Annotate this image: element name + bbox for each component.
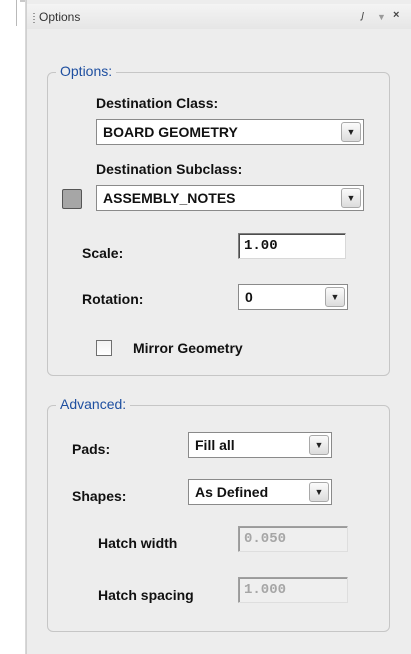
- destination-class-select[interactable]: BOARD GEOMETRY ▼: [96, 119, 364, 145]
- hatch-width-value: 0.050: [244, 531, 287, 547]
- hatch-width-label: Hatch width: [98, 535, 178, 551]
- chevron-down-icon[interactable]: ▼: [341, 188, 361, 208]
- destination-class-value: BOARD GEOMETRY: [103, 124, 238, 140]
- destination-subclass-value: ASSEMBLY_NOTES: [103, 190, 236, 206]
- subclass-color-swatch[interactable]: [62, 189, 82, 209]
- scale-value: 1.00: [244, 238, 278, 254]
- panel-title: Options: [39, 10, 81, 24]
- pads-value: Fill all: [195, 437, 235, 453]
- advanced-group: Advanced: Pads: Fill all ▼ Shapes: As De…: [47, 396, 390, 632]
- options-group-label: Options:: [56, 63, 117, 79]
- chevron-down-icon[interactable]: ▼: [309, 435, 329, 455]
- chevron-down-icon[interactable]: ▼: [325, 287, 345, 307]
- shapes-value: As Defined: [195, 484, 269, 500]
- pin-icon[interactable]: 𝚥: [361, 8, 363, 22]
- dropdown-icon[interactable]: ▼: [377, 10, 386, 24]
- drag-grip-icon[interactable]: [33, 13, 35, 23]
- destination-subclass-label: Destination Subclass:: [96, 161, 243, 177]
- scale-label: Scale:: [82, 245, 124, 261]
- pads-label: Pads:: [72, 441, 111, 457]
- destination-subclass-select[interactable]: ASSEMBLY_NOTES ▼: [96, 185, 364, 211]
- chevron-down-icon[interactable]: ▼: [341, 122, 361, 142]
- hatch-width-input[interactable]: 0.050: [238, 526, 348, 552]
- rotation-value: 0: [245, 289, 253, 305]
- mirror-geometry-label: Mirror Geometry: [133, 340, 243, 356]
- pads-select[interactable]: Fill all ▼: [188, 432, 332, 458]
- hatch-spacing-input[interactable]: 1.000: [238, 577, 348, 603]
- options-panel: Options 𝚥 ▼ × Options: Destination Class…: [26, 0, 411, 654]
- hatch-spacing-label: Hatch spacing: [98, 587, 194, 603]
- scale-input[interactable]: 1.00: [238, 233, 346, 259]
- destination-class-label: Destination Class:: [96, 95, 219, 111]
- mirror-geometry-checkbox[interactable]: [96, 340, 112, 356]
- rotation-select[interactable]: 0 ▼: [238, 284, 348, 310]
- advanced-group-label: Advanced:: [56, 396, 131, 412]
- options-group: Options: Destination Class: BOARD GEOMET…: [47, 63, 390, 376]
- shapes-label: Shapes:: [72, 488, 127, 504]
- left-border-line: [16, 0, 17, 26]
- shapes-select[interactable]: As Defined ▼: [188, 479, 332, 505]
- chevron-down-icon[interactable]: ▼: [309, 482, 329, 502]
- rotation-label: Rotation:: [82, 291, 144, 307]
- hatch-spacing-value: 1.000: [244, 582, 287, 598]
- close-icon[interactable]: ×: [393, 8, 399, 22]
- title-bar[interactable]: Options 𝚥 ▼ ×: [27, 4, 411, 29]
